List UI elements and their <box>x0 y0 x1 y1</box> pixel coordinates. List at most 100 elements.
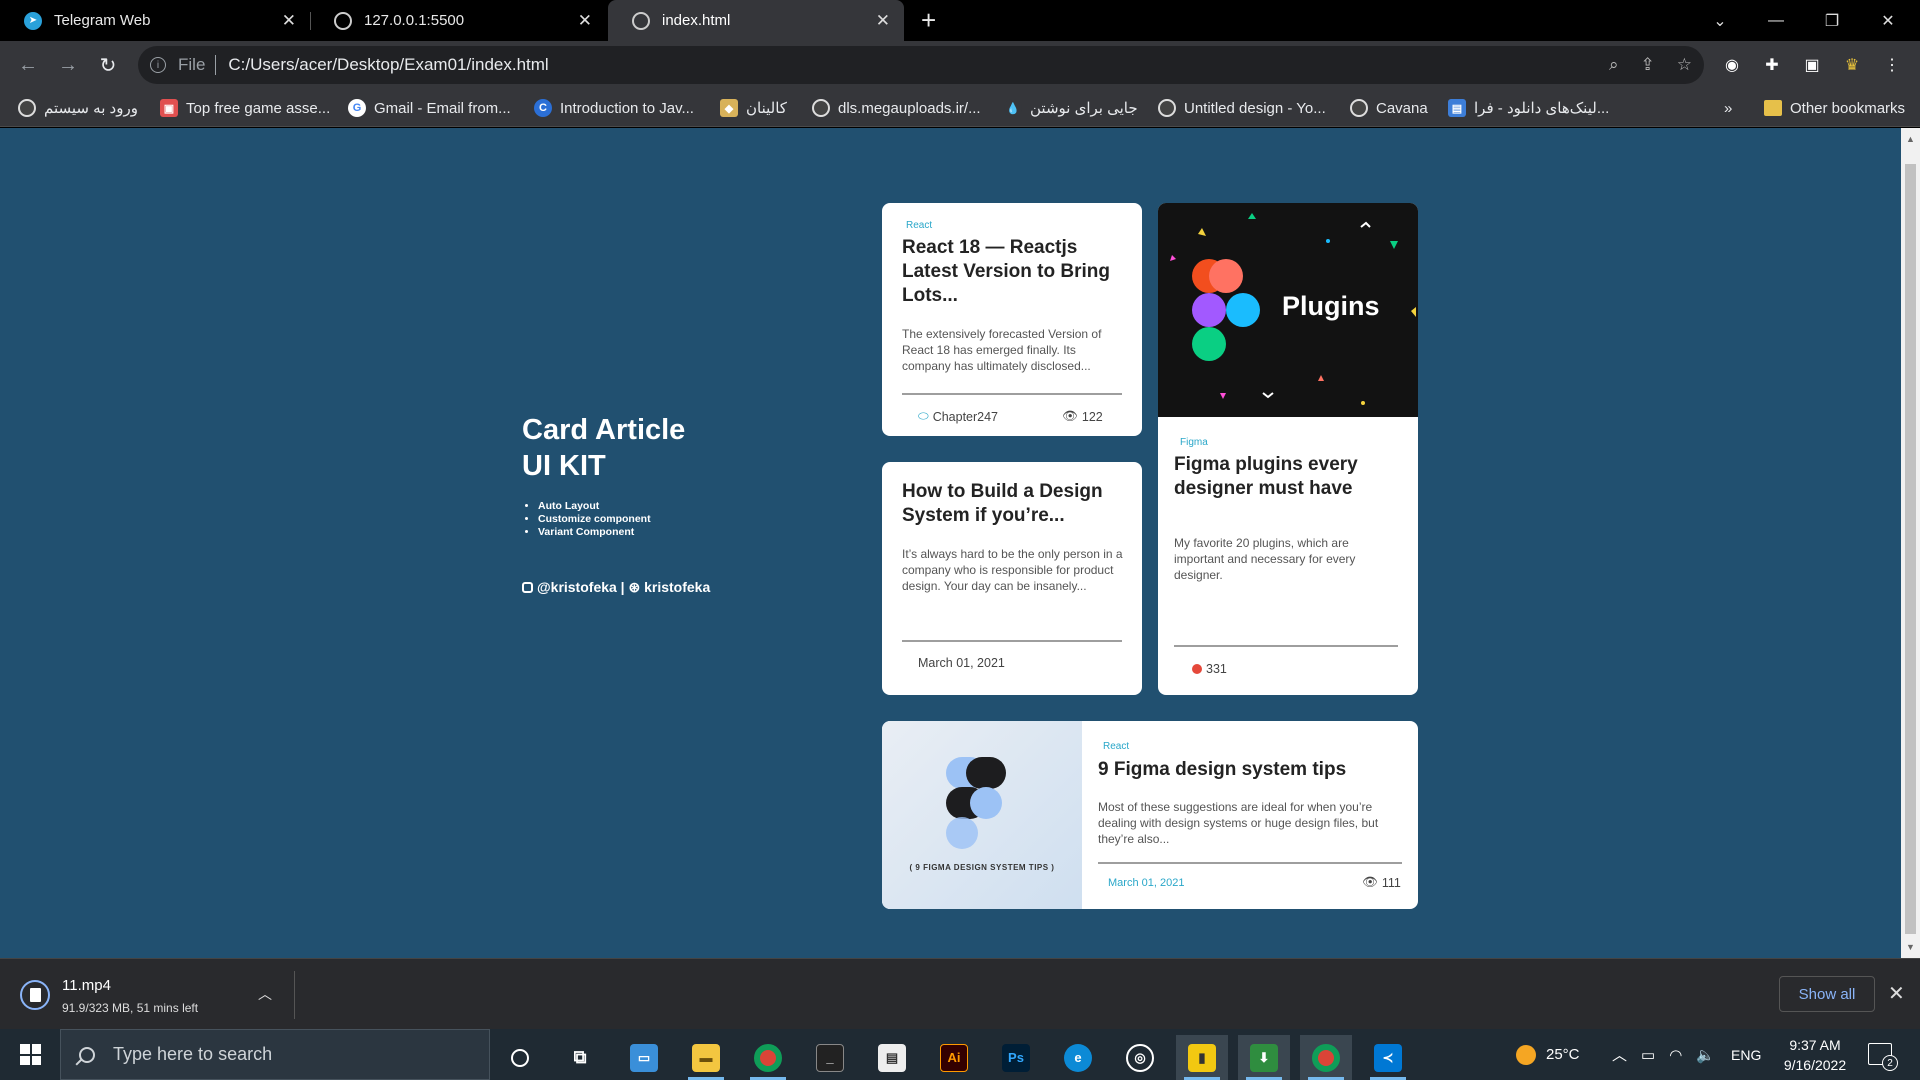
scroll-up-icon[interactable]: ▲ <box>1906 134 1915 144</box>
share-icon[interactable]: ⇪ <box>1641 55 1655 75</box>
figma-logo-illustration <box>946 757 1006 849</box>
plugins-cover-image[interactable]: Plugins <box>1158 203 1418 417</box>
vscode-icon[interactable]: ≺ <box>1362 1035 1414 1080</box>
article-card-react18[interactable]: React React 18 — Reactjs Latest Version … <box>882 203 1142 436</box>
views-count: 122 <box>1081 409 1103 424</box>
tab-telegram[interactable]: ➤ Telegram Web ✕ <box>0 0 310 41</box>
chrome-active-icon[interactable] <box>1300 1035 1352 1080</box>
bookmark-item[interactable]: G Gmail - Email from... <box>348 97 511 119</box>
taskbar-search-box[interactable]: Type here to search <box>60 1029 490 1080</box>
show-all-button[interactable]: Show all <box>1779 976 1875 1012</box>
battery-icon[interactable]: ▭ <box>1641 1046 1655 1064</box>
wifi-icon[interactable]: ◠ <box>1669 1046 1682 1064</box>
hero-title-line2: UI KIT <box>522 450 606 482</box>
close-window-icon[interactable]: ✕ <box>1860 0 1916 41</box>
extension-icon[interactable]: ◉ <box>1720 53 1744 77</box>
windows-start-icon[interactable] <box>20 1044 41 1065</box>
reload-icon[interactable]: ↻ <box>92 49 124 81</box>
temperature: 25°C <box>1546 1046 1580 1063</box>
page-scrollbar[interactable]: ▲ ▼ <box>1901 128 1920 958</box>
bookmark-item[interactable]: ▤ لینک‌های دانلود - فرا... <box>1448 97 1609 119</box>
card-tag[interactable]: React <box>906 220 932 231</box>
forward-icon[interactable]: → <box>52 49 84 81</box>
idm-icon[interactable]: ⬇ <box>1238 1035 1290 1080</box>
volume-icon[interactable]: 🔈 <box>1696 1046 1715 1064</box>
page-viewport: Card Article UI KIT Auto Layout Customiz… <box>0 128 1901 958</box>
photoshop-icon[interactable]: Ps <box>990 1035 1042 1080</box>
download-file-icon[interactable] <box>20 980 50 1010</box>
close-tab-icon[interactable]: ✕ <box>282 11 296 31</box>
edge-icon[interactable]: e <box>1052 1035 1104 1080</box>
download-filename[interactable]: 11.mp4 <box>62 977 111 994</box>
card-tag[interactable]: React <box>1103 741 1129 752</box>
article-card-design-system[interactable]: How to Build a Design System if you’re..… <box>882 462 1142 695</box>
weather-widget[interactable]: 25°C <box>1516 1029 1580 1080</box>
back-icon[interactable]: ← <box>12 49 44 81</box>
scroll-down-icon[interactable]: ▼ <box>1906 942 1915 952</box>
bookmark-star-icon[interactable]: ☆ <box>1677 55 1692 75</box>
bookmark-item[interactable]: 💧 جایی برای نوشتن <box>1004 97 1138 119</box>
feature-item: Customize component <box>538 513 782 526</box>
bookmark-item[interactable]: ◆ کالینان <box>720 97 787 119</box>
globe-icon <box>1350 99 1368 117</box>
download-options-icon[interactable]: ︿ <box>258 984 272 1004</box>
terminal-icon[interactable]: _ <box>804 1035 856 1080</box>
url-text[interactable]: C:/Users/acer/Desktop/Exam01/index.html <box>228 55 548 75</box>
other-bookmarks[interactable]: Other bookmarks <box>1764 97 1905 119</box>
bookmark-item[interactable]: ورود به سیستم <box>18 97 138 119</box>
close-shelf-icon[interactable]: ✕ <box>1888 981 1905 1006</box>
notepad-app-icon[interactable]: ▤ <box>866 1035 918 1080</box>
card-title[interactable]: How to Build a Design System if you’re..… <box>902 480 1130 528</box>
chrome-app-icon[interactable] <box>742 1035 794 1080</box>
side-panel-icon[interactable]: ▣ <box>1800 53 1824 77</box>
card-divider <box>1098 862 1402 864</box>
bookmark-item[interactable]: Cavana <box>1350 97 1428 119</box>
card-title[interactable]: 9 Figma design system tips <box>1098 758 1398 782</box>
bookmark-item[interactable]: C Introduction to Jav... <box>534 97 694 119</box>
tab-index-html[interactable]: index.html ✕ <box>608 0 904 41</box>
info-icon[interactable]: i <box>150 57 166 73</box>
tab-title: Telegram Web <box>54 12 151 29</box>
profile-icon[interactable]: ♛ <box>1840 53 1864 77</box>
tab-localhost[interactable]: 127.0.0.1:5500 ✕ <box>310 0 606 41</box>
new-tab-button[interactable]: + <box>921 6 936 34</box>
bookmark-item[interactable]: dls.megauploads.ir/... <box>812 97 981 119</box>
article-card-figma-plugins[interactable]: Plugins Figma Figma plugins every design… <box>1158 203 1418 695</box>
tips-cover-image[interactable]: ( 9 FIGMA DESIGN SYSTEM TIPS ) <box>882 721 1082 909</box>
bookmark-item[interactable]: ▣ Top free game asse... <box>160 97 330 119</box>
bookmarks-overflow-button[interactable]: » <box>1724 97 1732 119</box>
puzzle-extensions-icon[interactable]: ✚ <box>1760 53 1784 77</box>
bookmark-item[interactable]: Untitled design - Yo... <box>1158 97 1326 119</box>
eye-icon: 👁 <box>1362 875 1378 889</box>
card-title[interactable]: React 18 — Reactjs Latest Version to Bri… <box>902 236 1132 308</box>
tray-chevron-icon[interactable]: ︿ <box>1612 1044 1627 1065</box>
powerbi-icon[interactable]: ▮ <box>1176 1035 1228 1080</box>
file-explorer-icon[interactable]: ▬ <box>680 1035 732 1080</box>
card-views: 👁 122 <box>1062 409 1103 424</box>
minimize-icon[interactable]: — <box>1748 0 1804 41</box>
telegram-icon: ➤ <box>24 11 42 30</box>
restore-icon[interactable]: ❐ <box>1804 0 1860 41</box>
card-description: My favorite 20 plugins, which are import… <box>1174 536 1356 582</box>
menu-icon[interactable]: ⋮ <box>1880 53 1904 77</box>
address-bar[interactable]: i File C:/Users/acer/Desktop/Exam01/inde… <box>138 46 1704 84</box>
tab-search-icon[interactable]: ⌄ <box>1692 0 1748 41</box>
zoom-icon[interactable]: ⌕ <box>1609 55 1619 75</box>
card-title[interactable]: Figma plugins every designer must have <box>1174 453 1400 501</box>
card-tag[interactable]: Figma <box>1180 437 1208 448</box>
close-tab-icon[interactable]: ✕ <box>876 11 890 31</box>
close-tab-icon[interactable]: ✕ <box>578 11 592 31</box>
scroll-thumb[interactable] <box>1905 164 1916 934</box>
clock[interactable]: 9:37 AM 9/16/2022 <box>1770 1035 1860 1075</box>
author-name: Chapter247 <box>932 409 999 424</box>
obs-icon[interactable]: ◎ <box>1114 1035 1166 1080</box>
cortana-icon[interactable] <box>494 1035 546 1080</box>
bookmarks-bar: ورود به سیستم ▣ Top free game asse... G … <box>0 89 1920 127</box>
other-bookmarks-label: Other bookmarks <box>1790 99 1906 117</box>
language-indicator[interactable]: ENG <box>1731 1029 1761 1080</box>
task-view-icon[interactable]: ⧉ <box>554 1035 606 1080</box>
illustrator-icon[interactable]: Ai <box>928 1035 980 1080</box>
computer-app-icon[interactable]: ▭ <box>618 1035 670 1080</box>
article-card-figma-tips[interactable]: ( 9 FIGMA DESIGN SYSTEM TIPS ) React 9 F… <box>882 721 1418 909</box>
folder-icon <box>1764 100 1782 116</box>
